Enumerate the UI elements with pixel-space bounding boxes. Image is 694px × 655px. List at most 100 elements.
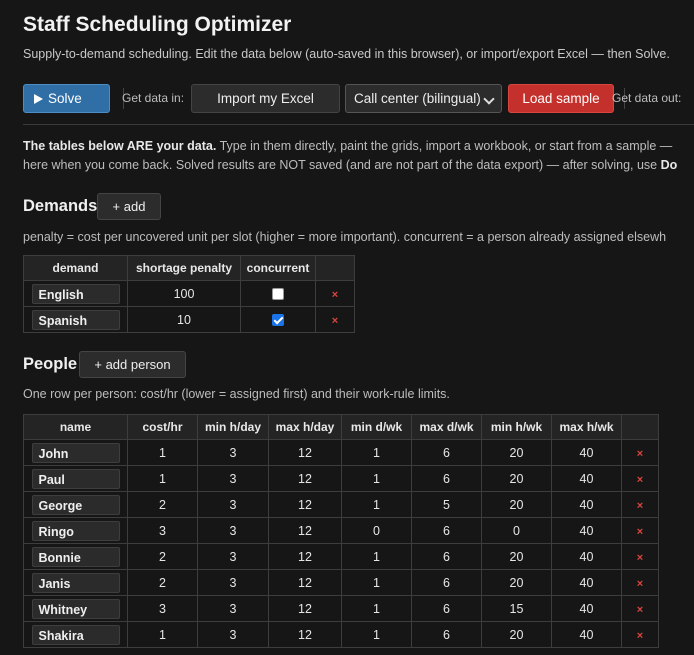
person-name-input[interactable]: George [31,494,120,515]
cost-cell[interactable]: 2 [127,569,198,596]
max-hours-day-cell[interactable]: 12 [268,439,342,466]
person-name-input[interactable]: Ringo [31,520,120,541]
max-days-week-cell[interactable]: 6 [411,621,482,648]
min-days-week-cell[interactable]: 1 [341,439,412,466]
name-cell: John [23,439,128,466]
min-hours-week-cell[interactable]: 20 [481,569,552,596]
load-sample-button[interactable]: Load sample [508,84,614,113]
solve-button[interactable]: Solve [23,84,110,113]
min-days-week-cell[interactable]: 1 [341,543,412,570]
min-days-week-cell[interactable]: 1 [341,621,412,648]
add-demand-button[interactable]: + add [97,193,161,220]
max-hours-day-cell[interactable]: 12 [268,595,342,622]
cost-cell[interactable]: 3 [127,517,198,544]
min-hours-day-cell[interactable]: 3 [197,569,269,596]
min-hours-week-cell[interactable]: 20 [481,465,552,492]
max-hours-day-cell[interactable]: 12 [268,465,342,492]
min-hours-day-cell[interactable]: 3 [197,439,269,466]
remove-row-button[interactable]: × [637,500,643,512]
max-hours-week-cell[interactable]: 40 [551,517,622,544]
min-hours-day-cell[interactable]: 3 [197,543,269,570]
max-hours-day-cell[interactable]: 12 [268,569,342,596]
max-hours-week-cell[interactable]: 40 [551,439,622,466]
name-cell: Ringo [23,517,128,544]
remove-row-button[interactable]: × [637,474,643,486]
min-hours-day-cell[interactable]: 3 [197,517,269,544]
person-name-input[interactable]: Bonnie [31,546,120,567]
cost-cell[interactable]: 2 [127,491,198,518]
min-days-week-cell[interactable]: 1 [341,465,412,492]
max-days-week-cell[interactable]: 6 [411,543,482,570]
demand-name-input[interactable]: Spanish [31,309,120,330]
concurrent-checkbox[interactable] [272,314,284,327]
remove-row-button[interactable]: × [637,630,643,642]
demand-name-input[interactable]: English [31,283,120,304]
max-hours-week-cell[interactable]: 40 [551,465,622,492]
max-hours-week-cell[interactable]: 40 [551,595,622,622]
max-days-week-cell[interactable]: 6 [411,439,482,466]
max-hours-day-cell[interactable]: 12 [268,621,342,648]
person-name-input[interactable]: Shakira [31,624,120,645]
min-hours-day-cell[interactable]: 3 [197,595,269,622]
solve-button-label: Solve [48,91,82,106]
remove-row-button[interactable]: × [332,315,338,327]
min-hours-week-cell[interactable]: 15 [481,595,552,622]
penalty-cell[interactable]: 10 [127,306,241,333]
remove-row-button[interactable]: × [637,552,643,564]
max-hours-week-cell[interactable]: 40 [551,543,622,570]
max-hours-week-cell[interactable]: 40 [551,491,622,518]
remove-row-button[interactable]: × [637,604,643,616]
min-hours-week-cell[interactable]: 20 [481,491,552,518]
min-hours-day-cell[interactable]: 3 [197,465,269,492]
data-note-line2: here when you come back. Solved results … [23,158,661,172]
max-days-week-cell[interactable]: 5 [411,491,482,518]
sample-select[interactable]: Call center (bilingual) [345,84,502,113]
concurrent-checkbox[interactable] [272,288,284,301]
min-days-week-cell[interactable]: 0 [341,517,412,544]
cost-cell[interactable]: 2 [127,543,198,570]
column-header: min d/wk [341,414,412,440]
name-cell: George [23,491,128,518]
name-cell: Bonnie [23,543,128,570]
min-hours-week-cell[interactable]: 20 [481,543,552,570]
add-person-button[interactable]: + add person [79,351,186,378]
import-excel-button[interactable]: Import my Excel [191,84,340,113]
person-name-input[interactable]: John [31,442,120,463]
person-name-input[interactable]: Paul [31,468,120,489]
cost-cell[interactable]: 3 [127,595,198,622]
remove-row-button[interactable]: × [637,526,643,538]
max-days-week-cell[interactable]: 6 [411,517,482,544]
demands-table: demand shortage penalty concurrent Engli… [23,255,355,333]
column-header: min h/day [197,414,269,440]
cost-cell[interactable]: 1 [127,465,198,492]
min-hours-week-cell[interactable]: 20 [481,439,552,466]
min-days-week-cell[interactable]: 1 [341,595,412,622]
data-note-line1: Type in them directly, paint the grids, … [216,139,673,153]
remove-row-button[interactable]: × [637,578,643,590]
table-row: John 1 3 12 1 6 20 40 × [23,439,659,466]
max-hours-day-cell[interactable]: 12 [268,491,342,518]
max-days-week-cell[interactable]: 6 [411,595,482,622]
max-hours-day-cell[interactable]: 12 [268,517,342,544]
column-header: max d/wk [411,414,482,440]
column-header: shortage penalty [127,255,241,281]
column-header: demand [23,255,128,281]
cost-cell[interactable]: 1 [127,621,198,648]
max-hours-week-cell[interactable]: 40 [551,569,622,596]
min-hours-week-cell[interactable]: 20 [481,621,552,648]
penalty-cell[interactable]: 100 [127,280,241,307]
remove-row-button[interactable]: × [332,289,338,301]
max-hours-week-cell[interactable]: 40 [551,621,622,648]
person-name-input[interactable]: Whitney [31,598,120,619]
max-days-week-cell[interactable]: 6 [411,465,482,492]
max-days-week-cell[interactable]: 6 [411,569,482,596]
person-name-input[interactable]: Janis [31,572,120,593]
min-hours-day-cell[interactable]: 3 [197,621,269,648]
max-hours-day-cell[interactable]: 12 [268,543,342,570]
min-hours-day-cell[interactable]: 3 [197,491,269,518]
min-days-week-cell[interactable]: 1 [341,569,412,596]
remove-row-button[interactable]: × [637,448,643,460]
min-days-week-cell[interactable]: 1 [341,491,412,518]
cost-cell[interactable]: 1 [127,439,198,466]
min-hours-week-cell[interactable]: 0 [481,517,552,544]
